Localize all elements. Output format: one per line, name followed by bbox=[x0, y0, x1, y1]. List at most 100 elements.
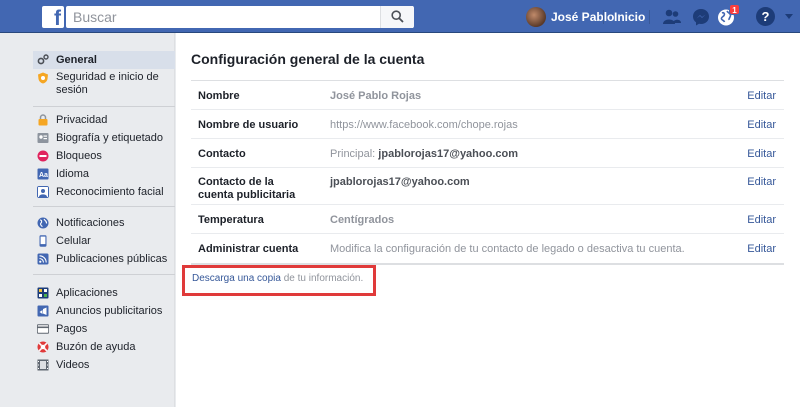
sidebar-item-apps[interactable]: Aplicaciones bbox=[33, 284, 175, 302]
general-settings-panel: Configuración general de la cuenta Nombr… bbox=[176, 33, 800, 407]
sidebar-group-privacy: Privacidad Biografía y etiquetado Bloque… bbox=[33, 111, 175, 201]
sidebar-item-support-inbox[interactable]: Buzón de ayuda bbox=[33, 338, 175, 356]
card-icon bbox=[37, 324, 49, 334]
sidebar-item-label: Reconocimiento facial bbox=[56, 186, 164, 198]
table-row[interactable]: Nombre de usuario https://www.facebook.c… bbox=[191, 110, 784, 139]
edit-ad-contact-link[interactable]: Editar bbox=[747, 176, 776, 189]
nav-divider bbox=[649, 10, 650, 24]
sidebar-item-label: Idioma bbox=[56, 168, 90, 180]
sidebar-item-label: Notificaciones bbox=[56, 217, 125, 229]
setting-contact-value: Principal: jpablorojas17@yahoo.com bbox=[330, 148, 518, 161]
gear-icon bbox=[37, 54, 49, 65]
sidebar-item-label: Pagos bbox=[56, 323, 88, 335]
download-info: Descarga una copia de tu información. bbox=[192, 273, 363, 284]
page-title: Configuración general de la cuenta bbox=[191, 51, 425, 67]
lifebuoy-icon bbox=[37, 341, 49, 353]
apps-icon bbox=[37, 287, 49, 299]
search-button[interactable] bbox=[380, 6, 414, 28]
sidebar-item-notifications[interactable]: Notificaciones bbox=[33, 214, 175, 232]
setting-temperature-label: Temperatura bbox=[198, 214, 264, 226]
sidebar-item-label: Videos bbox=[56, 359, 90, 371]
setting-username-label: Nombre de usuario bbox=[198, 119, 299, 131]
svg-text:Aa: Aa bbox=[39, 172, 48, 179]
sidebar-item-label: Privacidad bbox=[56, 114, 108, 126]
notification-count-badge: 1 bbox=[729, 4, 740, 15]
avatar bbox=[526, 7, 546, 27]
block-icon bbox=[37, 150, 49, 162]
messenger-icon[interactable] bbox=[691, 7, 711, 27]
facebook-logo-icon[interactable]: f bbox=[42, 6, 64, 30]
sidebar-item-face-recognition[interactable]: Reconocimiento facial bbox=[33, 183, 175, 201]
sidebar-item-label: Celular bbox=[56, 235, 91, 247]
friend-requests-icon[interactable] bbox=[662, 7, 682, 27]
edit-contact-link[interactable]: Editar bbox=[747, 148, 776, 161]
sidebar-item-language[interactable]: Aa Idioma bbox=[33, 165, 175, 183]
setting-ad-contact-value: jpablorojas17@yahoo.com bbox=[330, 176, 470, 189]
edit-username-link[interactable]: Editar bbox=[747, 119, 776, 132]
search-box bbox=[66, 6, 413, 28]
table-row[interactable]: Contacto Principal: jpablorojas17@yahoo.… bbox=[191, 139, 784, 168]
sidebar-item-timeline[interactable]: Biografía y etiquetado bbox=[33, 129, 175, 147]
sidebar-item-mobile[interactable]: Celular bbox=[33, 232, 175, 250]
download-copy-link[interactable]: Descarga una copia bbox=[192, 273, 281, 284]
setting-username-value: https://www.facebook.com/chope.rojas bbox=[330, 119, 518, 131]
settings-sidebar: General Seguridad e inicio de sesión Pri… bbox=[0, 33, 175, 407]
sidebar-item-label: Bloqueos bbox=[56, 150, 102, 162]
globe-icon bbox=[37, 217, 49, 229]
rss-icon bbox=[37, 253, 49, 265]
sidebar-item-general[interactable]: General bbox=[33, 51, 175, 69]
setting-ad-contact-label: Contacto de la cuenta publicitaria bbox=[198, 176, 296, 201]
edit-manage-account-link[interactable]: Editar bbox=[747, 243, 776, 256]
sidebar-item-privacy[interactable]: Privacidad bbox=[33, 111, 175, 129]
film-icon bbox=[37, 359, 49, 371]
setting-name-label: Nombre bbox=[198, 90, 240, 102]
sidebar-item-ads[interactable]: Anuncios publicitarios bbox=[33, 302, 175, 320]
sidebar-item-videos[interactable]: Videos bbox=[33, 356, 175, 374]
nav-divider bbox=[603, 10, 604, 24]
lock-icon bbox=[38, 114, 48, 126]
shield-icon bbox=[38, 72, 48, 84]
sidebar-item-public-posts[interactable]: Publicaciones públicas bbox=[33, 250, 175, 268]
download-info-suffix: de tu información. bbox=[280, 273, 364, 284]
contact-prefix: Principal: bbox=[330, 148, 379, 160]
sidebar-divider bbox=[33, 274, 175, 275]
search-icon bbox=[391, 10, 404, 23]
sidebar-item-security[interactable]: Seguridad e inicio de sesión bbox=[33, 69, 175, 97]
sidebar-divider bbox=[33, 106, 175, 107]
temperature-unit: Centígrados bbox=[330, 214, 395, 226]
sidebar-item-blocking[interactable]: Bloqueos bbox=[33, 147, 175, 165]
table-row[interactable]: Contacto de la cuenta publicitaria jpabl… bbox=[191, 168, 784, 205]
sidebar-item-label: Seguridad e inicio de sesión bbox=[56, 71, 159, 96]
table-row[interactable]: Temperatura Centígrados Editar bbox=[191, 205, 784, 234]
sidebar-item-label: General bbox=[56, 54, 97, 66]
table-row[interactable]: Administrar cuenta Modifica la configura… bbox=[191, 234, 784, 263]
help-icon[interactable]: ? bbox=[756, 7, 775, 26]
setting-contact-label: Contacto bbox=[198, 148, 246, 160]
sidebar-item-label: Aplicaciones bbox=[56, 287, 118, 299]
chevron-down-icon[interactable] bbox=[785, 14, 793, 19]
home-link[interactable]: Inicio bbox=[614, 10, 645, 24]
language-icon: Aa bbox=[37, 168, 49, 180]
edit-name-link[interactable]: Editar bbox=[747, 90, 776, 103]
search-input[interactable] bbox=[67, 7, 367, 27]
sidebar-item-label: Biografía y etiquetado bbox=[56, 132, 164, 144]
contact-email: jpablorojas17@yahoo.com bbox=[378, 148, 519, 160]
ad-contact-email: jpablorojas17@yahoo.com bbox=[330, 176, 470, 188]
sidebar-item-label: Buzón de ayuda bbox=[56, 341, 136, 353]
setting-manage-account-value: Modifica la configuración de tu contacto… bbox=[330, 243, 685, 255]
profile-tag-icon bbox=[37, 133, 49, 143]
setting-temperature-value: Centígrados bbox=[330, 214, 394, 227]
sidebar-item-payments[interactable]: Pagos bbox=[33, 320, 175, 338]
sidebar-group-account: General Seguridad e inicio de sesión bbox=[33, 51, 175, 97]
edit-temperature-link[interactable]: Editar bbox=[747, 214, 776, 227]
sidebar-group-apps: Aplicaciones Anuncios publicitarios Pago… bbox=[33, 284, 175, 374]
sidebar-item-label: Publicaciones públicas bbox=[56, 253, 168, 265]
setting-name-value: José Pablo Rojas bbox=[330, 90, 422, 102]
profile-link[interactable]: José Pablo bbox=[526, 7, 614, 27]
sidebar-divider bbox=[33, 206, 175, 207]
top-navigation-bar: f José Pablo Inicio 1 ? bbox=[0, 0, 800, 33]
sidebar-group-notifications: Notificaciones Celular Publicaciones púb… bbox=[33, 214, 175, 268]
phone-icon bbox=[39, 235, 47, 247]
settings-table: Nombre José Pablo Rojas Editar Nombre de… bbox=[191, 80, 784, 263]
table-row[interactable]: Nombre José Pablo Rojas Editar bbox=[191, 81, 784, 110]
